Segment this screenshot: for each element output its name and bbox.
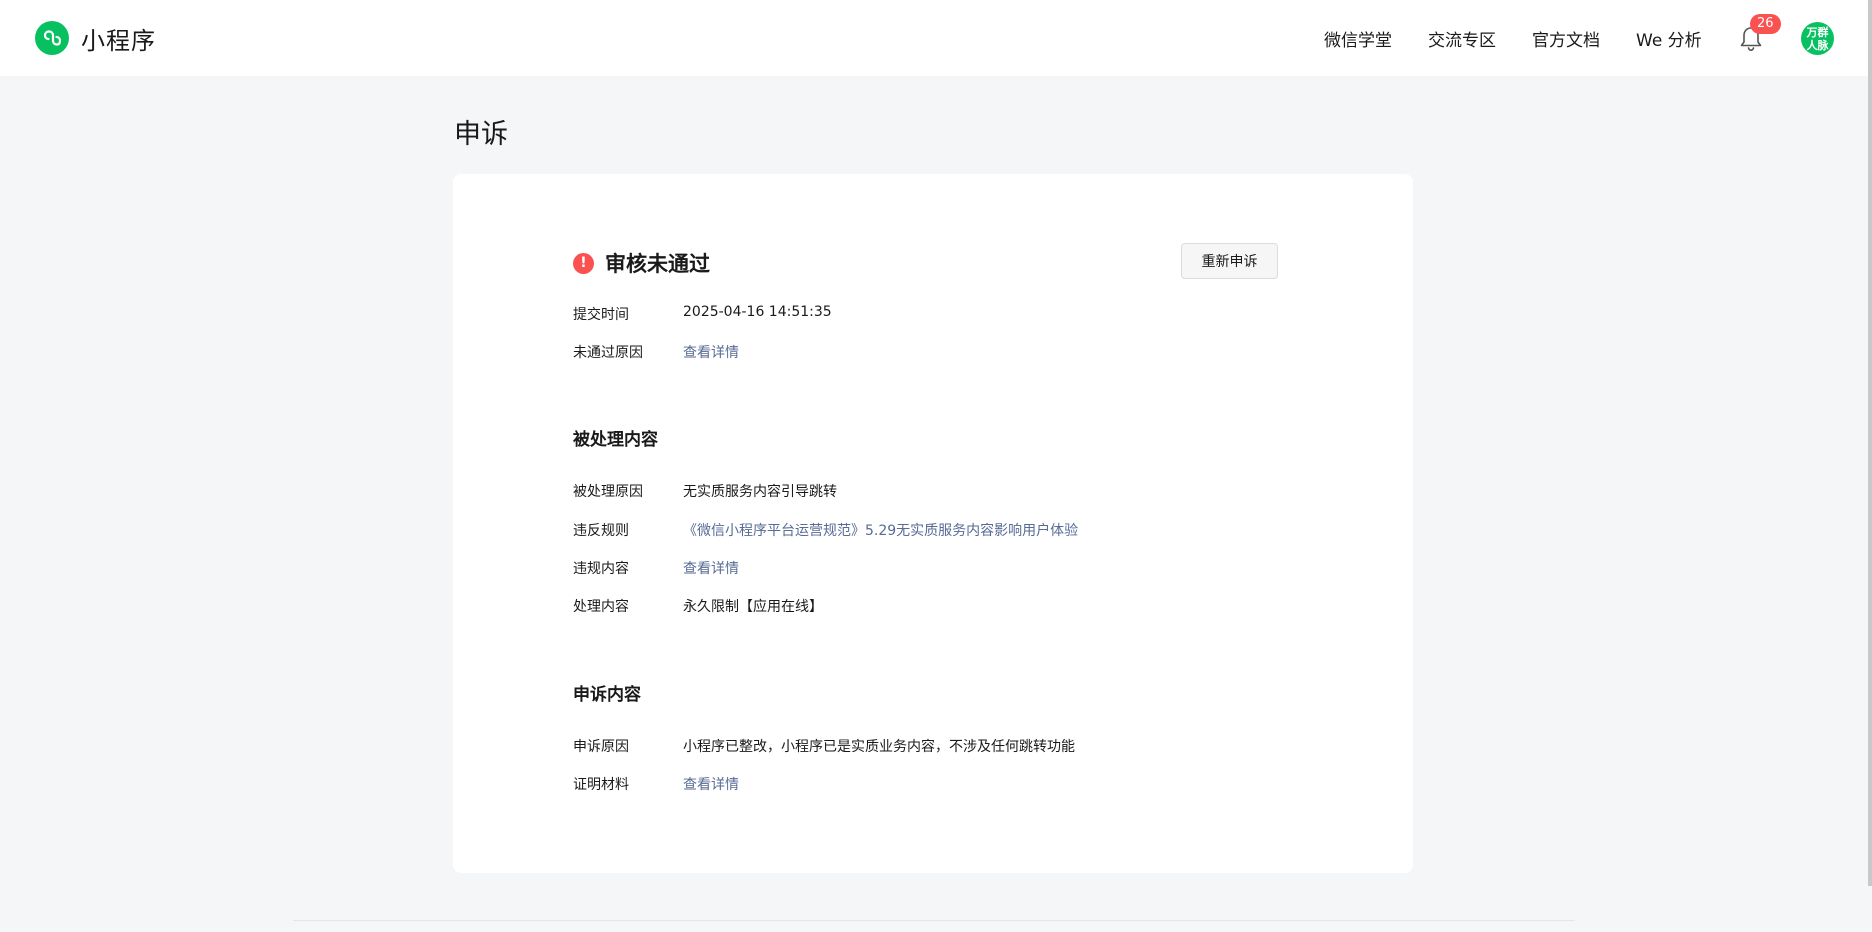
handled-content-title: 被处理内容	[573, 430, 658, 450]
review-status: ! 审核未通过	[573, 248, 710, 278]
submit-time-value: 2025-04-16 14:51:35	[683, 304, 832, 320]
reject-reason-label: 未通过原因	[573, 345, 643, 361]
avatar-text-line-1: 万群	[1806, 25, 1829, 39]
violated-rule-link[interactable]: 《微信小程序平台运营规范》5.29无实质服务内容影响用户体验	[683, 520, 1078, 540]
handling-action-label: 处理内容	[573, 599, 629, 615]
top-nav-bar: 小程序 微信学堂 交流专区 官方文档 We 分析 26 万群 人脉	[0, 0, 1868, 76]
appeal-reason-value: 小程序已整改，小程序已是实质业务内容，不涉及任何跳转功能	[683, 739, 1075, 755]
appeal-content-title: 申诉内容	[573, 685, 641, 705]
miniprogram-logo-icon	[35, 21, 69, 55]
nav-community[interactable]: 交流专区	[1428, 26, 1496, 51]
nav-wechat-academy[interactable]: 微信学堂	[1324, 26, 1392, 51]
reappeal-button[interactable]: 重新申诉	[1181, 243, 1278, 279]
footer-divider	[293, 920, 1575, 921]
evidence-label: 证明材料	[573, 777, 629, 793]
evidence-details-link[interactable]: 查看详情	[683, 774, 739, 794]
violation-content-details-link[interactable]: 查看详情	[683, 558, 739, 578]
status-text: 审核未通过	[605, 252, 710, 276]
nav-official-docs[interactable]: 官方文档	[1532, 26, 1600, 51]
handling-action-value: 永久限制【应用在线】	[683, 599, 823, 615]
violation-content-label: 违规内容	[573, 561, 629, 577]
brand-name: 小程序	[81, 26, 156, 55]
violated-rule-label: 违反规则	[573, 523, 629, 539]
avatar[interactable]: 万群 人脉	[1801, 22, 1834, 55]
appeal-reason-label: 申诉原因	[573, 739, 629, 755]
reject-reason-details-link[interactable]: 查看详情	[683, 342, 739, 362]
appeal-detail-card: ! 审核未通过 重新申诉 提交时间 2025-04-16 14:51:35 未通…	[453, 174, 1413, 873]
page-title: 申诉	[454, 119, 508, 150]
handled-reason-label: 被处理原因	[573, 484, 643, 500]
brand[interactable]: 小程序	[35, 20, 156, 56]
handled-reason-value: 无实质服务内容引导跳转	[683, 484, 837, 500]
submit-time-label: 提交时间	[573, 307, 629, 323]
page-scrollbar[interactable]	[1868, 0, 1872, 886]
notification-badge: 26	[1750, 14, 1781, 34]
nav-we-analytics[interactable]: We 分析	[1636, 26, 1702, 51]
avatar-text-line-2: 人脉	[1806, 38, 1829, 52]
error-icon: !	[573, 252, 594, 274]
